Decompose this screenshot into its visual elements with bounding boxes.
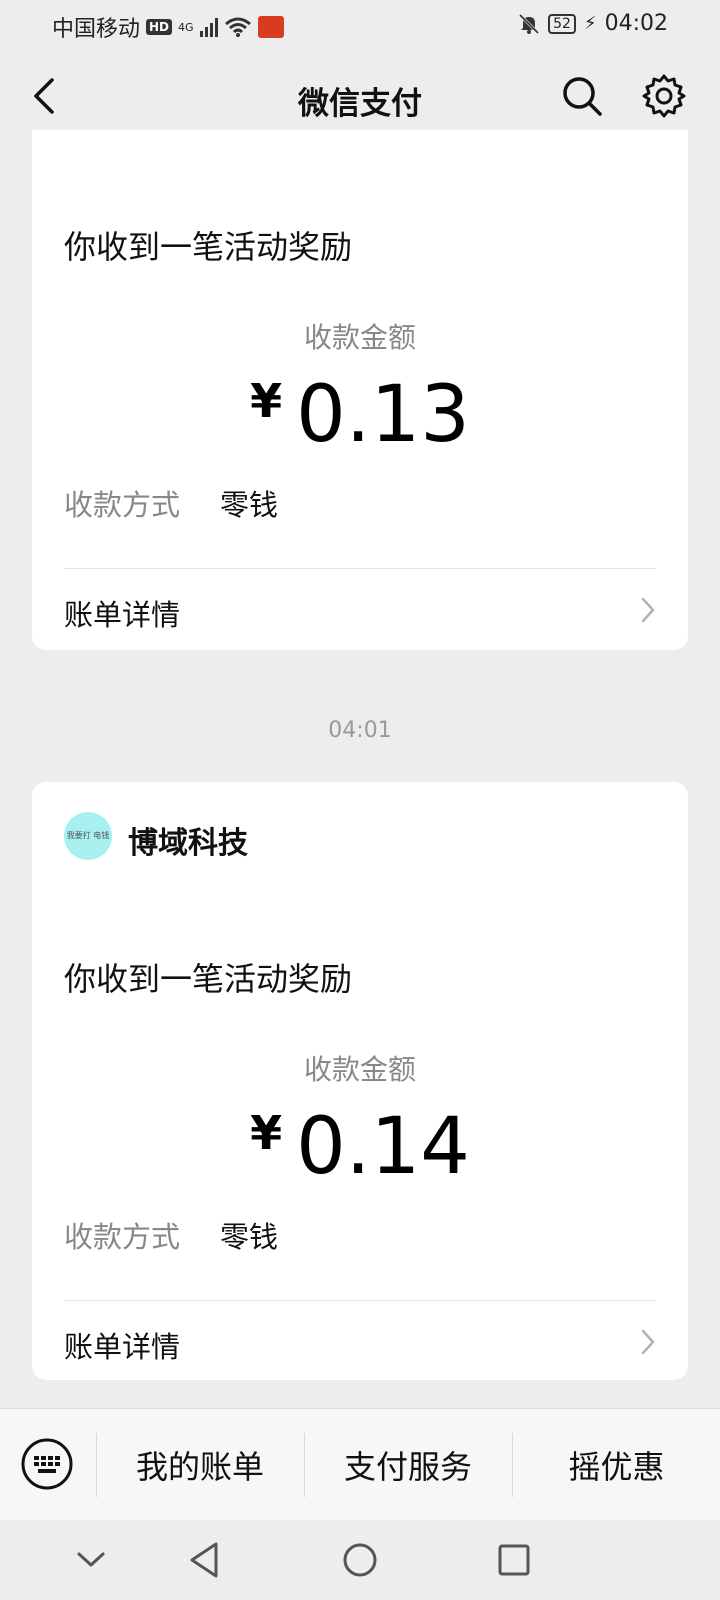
menu-shake-deals[interactable]: 摇优惠 <box>513 1409 720 1521</box>
signal-icon <box>199 17 218 37</box>
charging-icon: ⚡ <box>583 13 597 34</box>
network-label: 4G <box>178 20 194 34</box>
gear-icon[interactable] <box>640 72 688 120</box>
bill-detail-link[interactable]: 账单详情 <box>64 592 180 634</box>
page-title: 微信支付 <box>298 86 422 122</box>
chevron-right-icon <box>641 1329 655 1355</box>
amount-value: ¥0.14 <box>32 1102 688 1192</box>
menu-my-bills[interactable]: 我的账单 <box>97 1409 303 1521</box>
bottom-menu: 我的账单 支付服务 摇优惠 <box>0 1408 720 1521</box>
app-notification-icon <box>257 16 284 38</box>
hd-badge: HD <box>146 19 173 35</box>
message-timestamp: 04:01 <box>328 718 392 743</box>
status-left: 中国移动 HD 4G <box>52 11 284 43</box>
back-triangle-icon[interactable] <box>186 1540 226 1580</box>
divider <box>64 1300 656 1301</box>
merchant-name[interactable]: 博域科技 <box>128 818 248 862</box>
method-value: 零钱 <box>220 488 279 522</box>
chevron-down-icon[interactable] <box>74 1544 108 1574</box>
chevron-right-icon <box>641 597 655 623</box>
system-nav-bar <box>0 1520 720 1600</box>
status-right: 52 ⚡ 04:02 <box>518 11 668 36</box>
card-headline: 你收到一笔活动奖励 <box>64 228 353 266</box>
keyboard-icon[interactable] <box>20 1437 74 1491</box>
recents-square-icon[interactable] <box>494 1540 534 1580</box>
menu-payment-services[interactable]: 支付服务 <box>305 1409 511 1521</box>
nav-header: 微信支付 <box>0 50 720 142</box>
amount-number: 0.14 <box>296 1102 470 1192</box>
currency-symbol: ¥ <box>250 1106 283 1160</box>
status-bar: 中国移动 HD 4G 52 ⚡ 04:02 <box>0 0 720 50</box>
divider <box>64 568 656 569</box>
amount-label: 收款金额 <box>303 1053 416 1086</box>
currency-symbol: ¥ <box>250 374 283 428</box>
bill-detail-link[interactable]: 账单详情 <box>64 1324 180 1366</box>
amount-number: 0.13 <box>296 370 470 460</box>
search-icon[interactable] <box>558 72 606 120</box>
amount-value: ¥0.13 <box>32 370 688 460</box>
method-label: 收款方式 <box>64 1220 181 1254</box>
card-headline: 你收到一笔活动奖励 <box>64 960 353 998</box>
wifi-icon <box>224 17 251 37</box>
payment-card[interactable]: 你收到一笔活动奖励 收款金额 ¥0.13 收款方式 零钱 账单详情 <box>32 130 688 650</box>
home-circle-icon[interactable] <box>340 1540 380 1580</box>
method-label: 收款方式 <box>64 488 181 522</box>
merchant-avatar[interactable]: 我要打 电钱 <box>64 812 112 860</box>
clock: 04:02 <box>604 11 668 36</box>
method-value: 零钱 <box>220 1220 279 1254</box>
payment-card[interactable]: 我要打 电钱 博域科技 你收到一笔活动奖励 收款金额 ¥0.14 收款方式 零钱… <box>32 782 688 1380</box>
amount-label: 收款金额 <box>303 321 416 354</box>
mute-bell-icon <box>519 13 540 34</box>
battery-level: 52 <box>548 13 576 34</box>
carrier-label: 中国移动 <box>52 17 141 42</box>
